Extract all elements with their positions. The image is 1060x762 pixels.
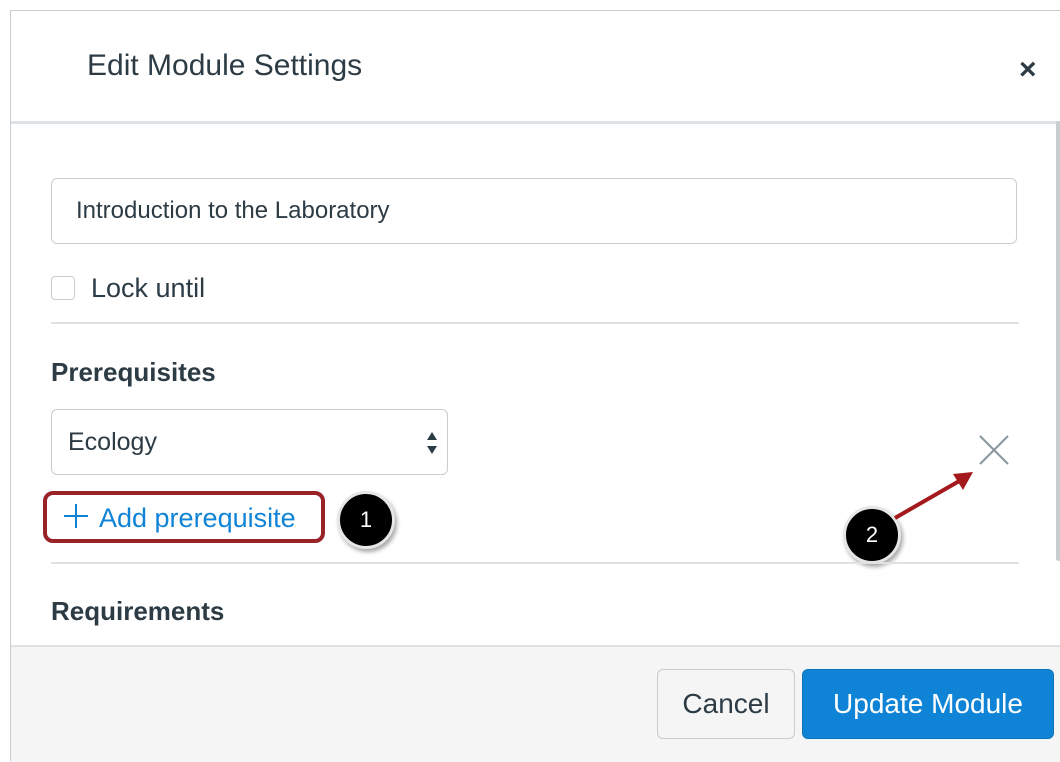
scrollbar[interactable] bbox=[1056, 121, 1060, 561]
close-dialog-button[interactable]: × bbox=[1019, 55, 1037, 85]
module-name-input[interactable] bbox=[51, 178, 1017, 244]
cancel-button[interactable]: Cancel bbox=[657, 669, 795, 739]
cancel-button-label: Cancel bbox=[682, 688, 770, 719]
add-prerequisite-label: Add prerequisite bbox=[99, 503, 296, 533]
dialog-title: Edit Module Settings bbox=[87, 49, 363, 82]
prerequisite-select[interactable]: Ecology bbox=[51, 409, 448, 475]
callout-badge-1: 1 bbox=[337, 491, 395, 549]
prerequisites-heading: Prerequisites bbox=[51, 357, 216, 387]
dialog-footer: Cancel Update Module bbox=[11, 645, 1060, 762]
update-module-button[interactable]: Update Module bbox=[802, 669, 1054, 739]
prerequisite-select-value: Ecology bbox=[68, 428, 157, 456]
requirements-heading: Requirements bbox=[51, 596, 225, 626]
remove-prerequisite-icon[interactable] bbox=[977, 433, 1011, 467]
divider bbox=[51, 322, 1019, 324]
select-arrows-icon bbox=[427, 432, 437, 454]
update-module-button-label: Update Module bbox=[833, 688, 1023, 719]
add-prerequisite-button[interactable]: Add prerequisite bbox=[43, 491, 325, 543]
dialog-header: Edit Module Settings bbox=[11, 11, 1060, 124]
lock-until-label: Lock until bbox=[91, 273, 206, 303]
annotation-arrow bbox=[894, 472, 973, 520]
edit-module-dialog: Edit Module Settings × Lock until Prereq… bbox=[10, 10, 1060, 762]
plus-icon bbox=[64, 504, 88, 528]
lock-until-checkbox[interactable] bbox=[51, 276, 75, 300]
divider bbox=[51, 562, 1019, 564]
